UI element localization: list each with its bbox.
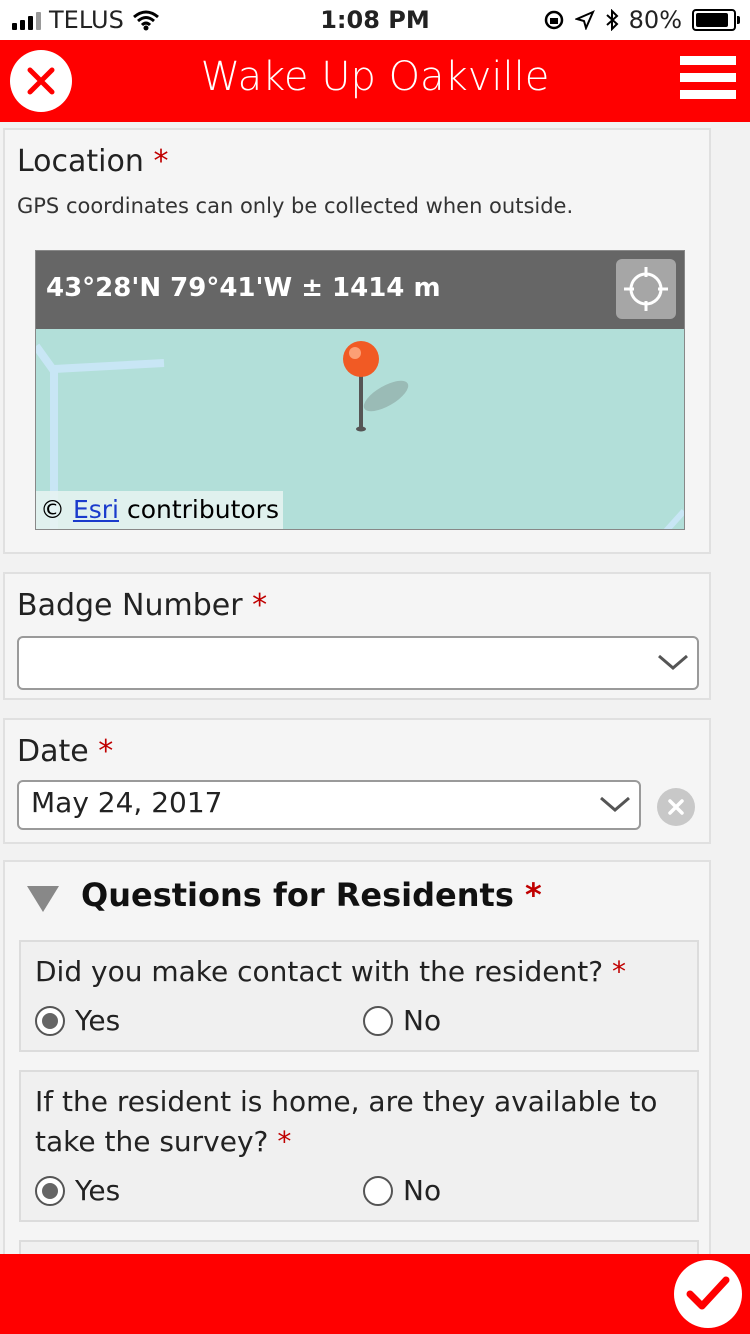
- radio-button[interactable]: [363, 1175, 393, 1206]
- location-label: Location *: [17, 144, 169, 179]
- location-hint: GPS coordinates can only be collected wh…: [17, 194, 574, 218]
- clear-date-button[interactable]: [657, 788, 695, 826]
- location-map[interactable]: 43°28'N 79°41'W ± 1414 m © Esri contribu…: [35, 250, 685, 530]
- menu-button[interactable]: [680, 56, 736, 104]
- date-label: Date *: [17, 734, 114, 769]
- date-value: May 24, 2017: [31, 786, 223, 819]
- checkmark-icon: [686, 1276, 730, 1310]
- radio-button[interactable]: [363, 1005, 393, 1036]
- group-title[interactable]: Questions for Residents *: [81, 876, 542, 914]
- radio-button-selected[interactable]: [35, 1005, 65, 1036]
- status-icons: 80%: [543, 6, 740, 34]
- location-arrow-icon: [574, 10, 595, 30]
- badge-number-label: Badge Number *: [17, 588, 268, 623]
- radio-no[interactable]: No: [363, 1004, 441, 1037]
- question-text: If the resident is home, are they availa…: [35, 1085, 658, 1158]
- question-survey-availability: If the resident is home, are they availa…: [19, 1070, 699, 1222]
- map-attribution: © Esri contributors: [36, 491, 283, 529]
- location-card: Location * GPS coordinates can only be c…: [3, 128, 711, 554]
- badge-number-card: Badge Number *: [3, 572, 711, 700]
- question-text: Did you make contact with the resident? …: [35, 955, 626, 988]
- date-picker[interactable]: May 24, 2017: [17, 780, 641, 830]
- coordinates-bar: 43°28'N 79°41'W ± 1414 m: [36, 251, 684, 329]
- map-pin-icon: [343, 341, 379, 432]
- app-header: Wake Up Oakville: [0, 40, 750, 122]
- esri-link[interactable]: Esri: [73, 495, 119, 524]
- bluetooth-icon: [605, 9, 619, 31]
- required-mark: *: [98, 734, 114, 769]
- hamburger-menu-icon: [680, 56, 736, 65]
- required-mark: *: [525, 876, 542, 914]
- clear-icon: [668, 799, 684, 815]
- radio-button-selected[interactable]: [35, 1175, 65, 1206]
- questions-group: Questions for Residents * Did you make c…: [3, 860, 711, 1280]
- orientation-lock-icon: [544, 10, 563, 30]
- required-mark: *: [277, 1125, 292, 1158]
- chevron-down-icon: [658, 654, 688, 670]
- app-title: Wake Up Oakville: [200, 54, 550, 100]
- locate-button[interactable]: [616, 259, 676, 319]
- battery-icon: [692, 9, 740, 31]
- gps-coordinates: 43°28'N 79°41'W ± 1414 m: [46, 273, 441, 303]
- required-mark: *: [611, 955, 626, 988]
- radio-yes[interactable]: Yes: [35, 1004, 120, 1037]
- status-bar: TELUS 1:08 PM 80%: [0, 0, 750, 40]
- radio-no[interactable]: No: [363, 1174, 441, 1207]
- question-contact: Did you make contact with the resident? …: [19, 940, 699, 1052]
- chevron-down-icon: [600, 796, 630, 812]
- battery-percent: 80%: [628, 6, 682, 34]
- collapse-triangle-icon[interactable]: [27, 886, 59, 912]
- required-mark: *: [153, 144, 169, 179]
- date-card: Date * May 24, 2017: [3, 718, 711, 844]
- radio-yes[interactable]: Yes: [35, 1174, 120, 1207]
- badge-number-select[interactable]: [17, 636, 699, 690]
- required-mark: *: [252, 588, 268, 623]
- footer-bar: [0, 1254, 750, 1334]
- crosshair-icon: [624, 267, 668, 311]
- submit-button[interactable]: [674, 1260, 742, 1328]
